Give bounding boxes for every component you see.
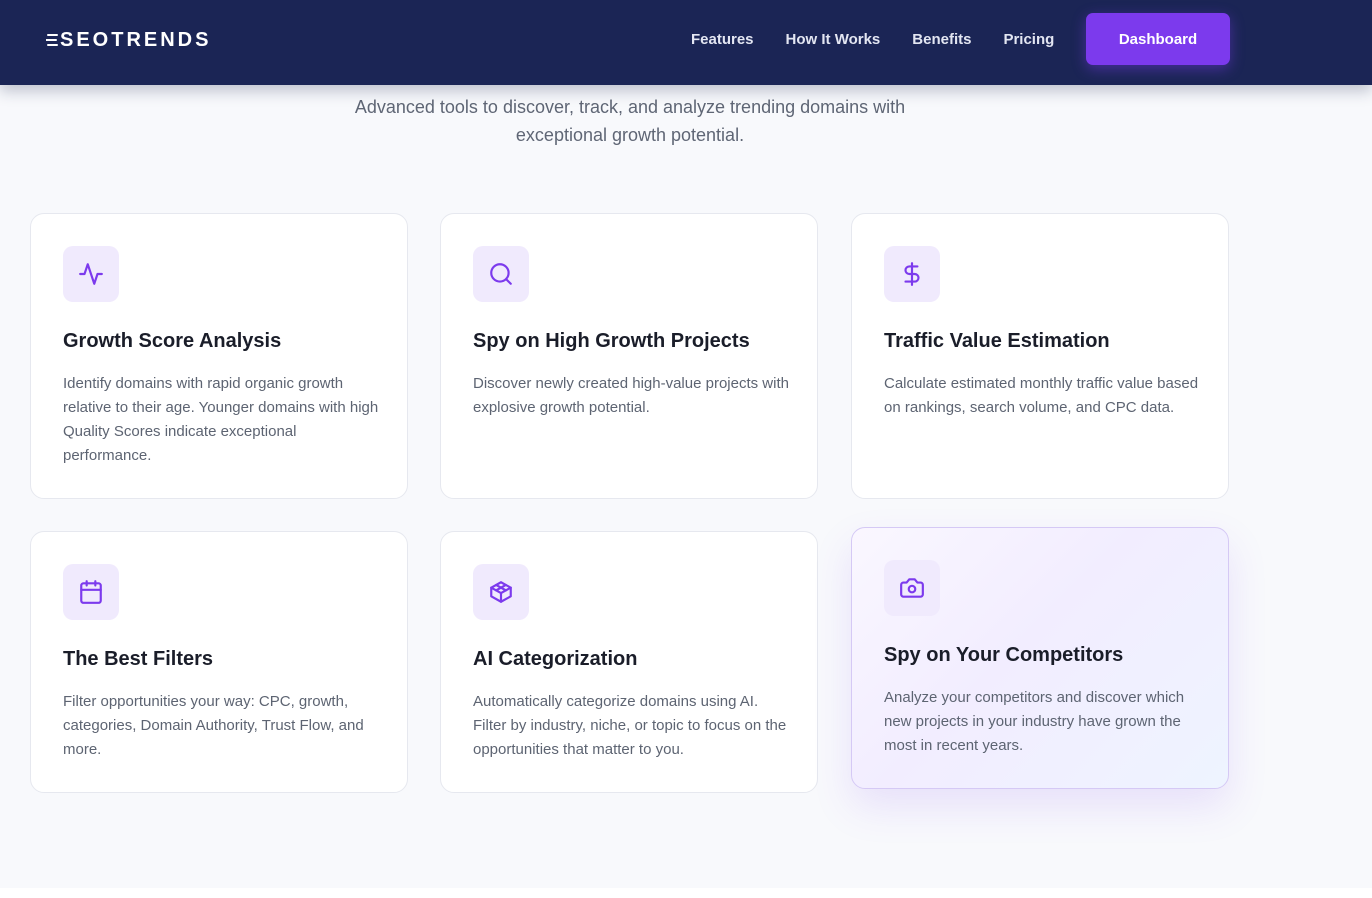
feature-description: Analyze your competitors and discover wh… bbox=[884, 689, 1185, 754]
top-navbar: SEOTRENDS Features How It Works Benefits… bbox=[0, 0, 1372, 85]
speed-lines-icon bbox=[46, 34, 58, 46]
dashboard-button[interactable]: Dashboard bbox=[1086, 13, 1230, 65]
feature-card-traffic-value: Traffic Value Estimation Calculate estim… bbox=[851, 213, 1229, 499]
feature-title: The Best Filters bbox=[63, 648, 214, 670]
main-nav: Features How It Works Benefits Pricing bbox=[675, 0, 1070, 78]
feature-title: AI Categorization bbox=[473, 648, 638, 670]
dollar-icon bbox=[884, 246, 940, 302]
section-subtitle: Advanced tools to discover, track, and a… bbox=[260, 93, 1000, 149]
cube-icon bbox=[473, 564, 529, 620]
camera-icon bbox=[884, 560, 940, 616]
calendar-icon bbox=[63, 564, 119, 620]
feature-card-spy-projects: Spy on High Growth Projects Discover new… bbox=[440, 213, 818, 499]
subtitle-line-1: Advanced tools to discover, track, and a… bbox=[354, 97, 906, 117]
feature-description: Automatically categorize domains using A… bbox=[473, 693, 787, 758]
brand-logo[interactable]: SEOTRENDS bbox=[46, 27, 211, 53]
next-section-edge bbox=[0, 888, 1372, 898]
feature-description: Identify domains with rapid organic grow… bbox=[63, 375, 379, 464]
feature-title: Spy on High Growth Projects bbox=[473, 330, 750, 352]
search-icon bbox=[473, 246, 529, 302]
subtitle-line-2: exceptional growth potential. bbox=[515, 125, 745, 145]
feature-description: Calculate estimated monthly traffic valu… bbox=[884, 375, 1199, 416]
nav-benefits[interactable]: Benefits bbox=[912, 31, 971, 48]
feature-title: Growth Score Analysis bbox=[63, 330, 282, 352]
nav-how-it-works[interactable]: How It Works bbox=[786, 31, 881, 48]
feature-description: Filter opportunities your way: CPC, grow… bbox=[63, 693, 364, 758]
nav-pricing[interactable]: Pricing bbox=[1003, 31, 1054, 48]
activity-icon bbox=[63, 246, 119, 302]
brand-name: SEOTRENDS bbox=[60, 28, 212, 51]
feature-card-growth-score: Growth Score Analysis Identify domains w… bbox=[30, 213, 408, 499]
nav-features[interactable]: Features bbox=[691, 31, 754, 48]
feature-card-spy-competitors[interactable]: Spy on Your Competitors Analyze your com… bbox=[851, 527, 1229, 789]
feature-title: Traffic Value Estimation bbox=[884, 330, 1110, 352]
feature-title: Spy on Your Competitors bbox=[884, 644, 1124, 666]
feature-card-ai-categorization: AI Categorization Automatically categori… bbox=[440, 531, 818, 793]
feature-card-best-filters: The Best Filters Filter opportunities yo… bbox=[30, 531, 408, 793]
feature-description: Discover newly created high-value projec… bbox=[473, 375, 789, 416]
